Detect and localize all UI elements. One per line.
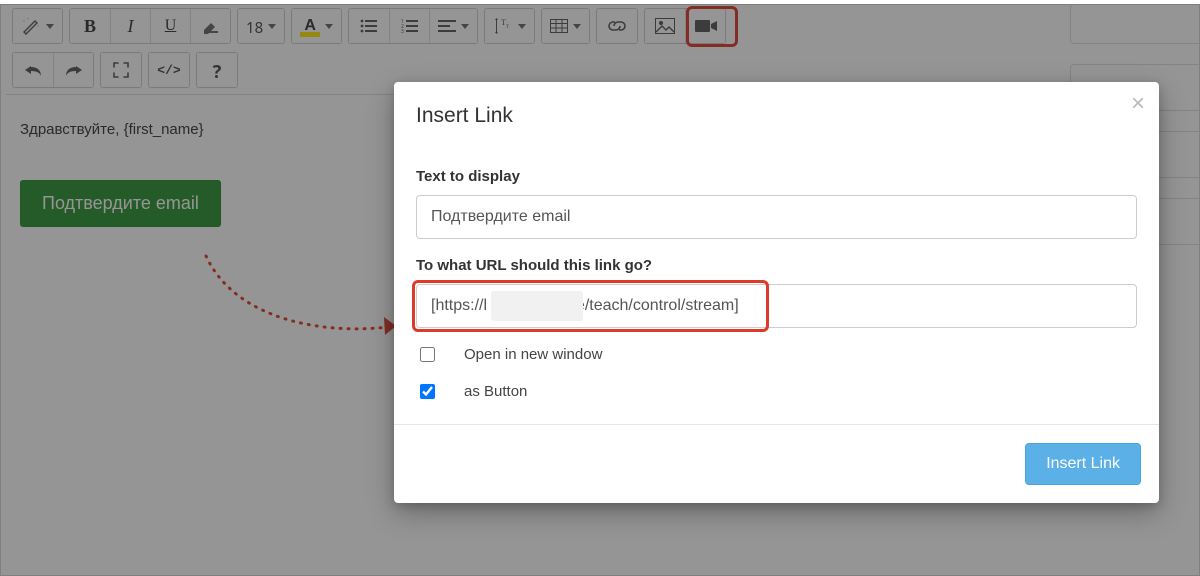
as-button-checkbox[interactable] bbox=[420, 384, 435, 399]
as-button-label: as Button bbox=[464, 383, 527, 400]
open-in-new-window-label: Open in new window bbox=[464, 346, 602, 363]
open-in-new-window-checkbox[interactable] bbox=[420, 347, 435, 362]
close-icon: × bbox=[1131, 90, 1145, 117]
modal-close-button[interactable]: × bbox=[1131, 92, 1145, 116]
text-to-display-label: Text to display bbox=[416, 168, 1137, 185]
insert-link-submit-button[interactable]: Insert Link bbox=[1025, 443, 1141, 485]
url-label: To what URL should this link go? bbox=[416, 257, 1137, 274]
url-input[interactable] bbox=[416, 284, 1137, 328]
modal-title: Insert Link bbox=[416, 104, 1137, 128]
as-button-row[interactable]: as Button bbox=[416, 381, 1137, 402]
open-in-new-window-row[interactable]: Open in new window bbox=[416, 344, 1137, 365]
insert-link-modal: Insert Link × Text to display To what UR… bbox=[394, 82, 1159, 503]
text-to-display-input[interactable] bbox=[416, 195, 1137, 239]
